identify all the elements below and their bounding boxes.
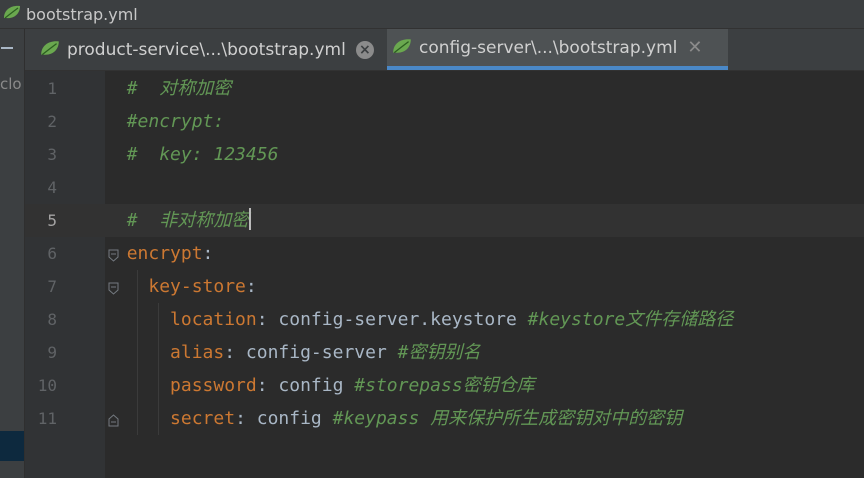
yaml-value: config-server xyxy=(245,342,398,363)
line-number[interactable]: 4 xyxy=(27,171,57,204)
fold-marker-icon[interactable] xyxy=(108,412,119,427)
code-line[interactable]: # 非对称加密 xyxy=(105,204,864,237)
yaml-separator: : xyxy=(235,408,257,429)
code-line[interactable]: alias: config-server #密钥别名 xyxy=(105,336,864,369)
line-number[interactable]: 11 xyxy=(27,402,57,435)
yaml-comment: #keystore文件存储路径 xyxy=(527,309,734,330)
yaml-separator: : xyxy=(245,276,257,297)
spring-leaf-icon xyxy=(2,4,22,24)
close-icon[interactable]: × xyxy=(355,40,374,59)
yaml-key: key-store xyxy=(148,276,246,297)
yaml-key: secret xyxy=(170,408,236,429)
text-cursor xyxy=(249,208,252,230)
spring-leaf-icon xyxy=(391,37,413,59)
code-line[interactable]: #encrypt: xyxy=(105,105,864,138)
yaml-value: config xyxy=(256,408,333,429)
yaml-comment: #密钥别名 xyxy=(397,342,481,363)
yaml-value: config xyxy=(278,375,355,396)
window-title: bootstrap.yml xyxy=(26,4,138,24)
yaml-key: alias xyxy=(170,342,225,363)
hide-panel-icon[interactable] xyxy=(1,47,13,49)
line-number[interactable]: 7 xyxy=(27,270,57,303)
yaml-comment: # 对称加密 xyxy=(126,78,232,99)
line-number[interactable]: 10 xyxy=(27,369,57,402)
yaml-separator: : xyxy=(256,309,279,330)
code-line[interactable]: location: config-server.keystore #keysto… xyxy=(105,303,864,336)
editor-tab-bar: product-service\...\bootstrap.yml × conf… xyxy=(25,29,864,71)
yaml-separator: : xyxy=(202,243,214,264)
yaml-key: location xyxy=(170,309,257,330)
close-icon[interactable]: ✕ xyxy=(687,37,702,58)
yaml-comment: #encrypt: xyxy=(126,111,225,132)
tab-label: config-server\...\bootstrap.yml xyxy=(419,37,678,58)
line-number[interactable]: 5 xyxy=(27,204,57,237)
code-editor[interactable]: # 对称加密 #encrypt: # key: 123456 # 非对称加密 e… xyxy=(105,71,864,478)
code-line[interactable]: # 对称加密 xyxy=(105,72,864,105)
code-line[interactable]: secret: config #keypass 用来保护所生成密钥对中的密钥 xyxy=(105,402,864,435)
tab-product-service-bootstrap[interactable]: product-service\...\bootstrap.yml × xyxy=(35,29,387,70)
project-tree-truncated-label[interactable]: clo xyxy=(0,75,22,93)
yaml-key: password xyxy=(170,375,257,396)
line-number[interactable]: 3 xyxy=(27,138,57,171)
line-number[interactable]: 1 xyxy=(27,72,57,105)
fold-marker-icon[interactable] xyxy=(108,280,119,295)
spring-leaf-icon xyxy=(39,39,61,61)
code-line[interactable]: encrypt: xyxy=(105,237,864,270)
yaml-comment: # key: 123456 xyxy=(126,144,279,165)
yaml-comment: #storepass密钥仓库 xyxy=(354,375,535,396)
yaml-separator: : xyxy=(224,342,246,363)
line-number[interactable]: 8 xyxy=(27,303,57,336)
code-line[interactable]: password: config #storepass密钥仓库 xyxy=(105,369,864,402)
line-number[interactable]: 2 xyxy=(27,105,57,138)
line-number[interactable]: 9 xyxy=(27,336,57,369)
project-tree-selection[interactable] xyxy=(0,431,24,461)
line-number[interactable]: 6 xyxy=(27,237,57,270)
yaml-key: encrypt xyxy=(126,243,203,264)
tab-config-server-bootstrap[interactable]: config-server\...\bootstrap.yml ✕ xyxy=(387,29,728,70)
yaml-value: config-server.keystore xyxy=(278,309,528,330)
yaml-comment: #keypass 用来保护所生成密钥对中的密钥 xyxy=(332,408,683,429)
yaml-separator: : xyxy=(256,375,279,396)
tab-label: product-service\...\bootstrap.yml xyxy=(67,39,346,60)
code-line[interactable] xyxy=(105,171,864,204)
code-line[interactable]: key-store: xyxy=(105,270,864,303)
yaml-comment: # 非对称加密 xyxy=(126,210,250,231)
editor-gutter[interactable]: 1 2 3 4 5 6 7 8 9 10 11 xyxy=(25,71,105,478)
code-line[interactable]: # key: 123456 xyxy=(105,138,864,171)
window-titlebar: bootstrap.yml xyxy=(0,0,864,29)
fold-marker-icon[interactable] xyxy=(108,247,119,262)
project-panel-edge: clo xyxy=(0,29,25,478)
